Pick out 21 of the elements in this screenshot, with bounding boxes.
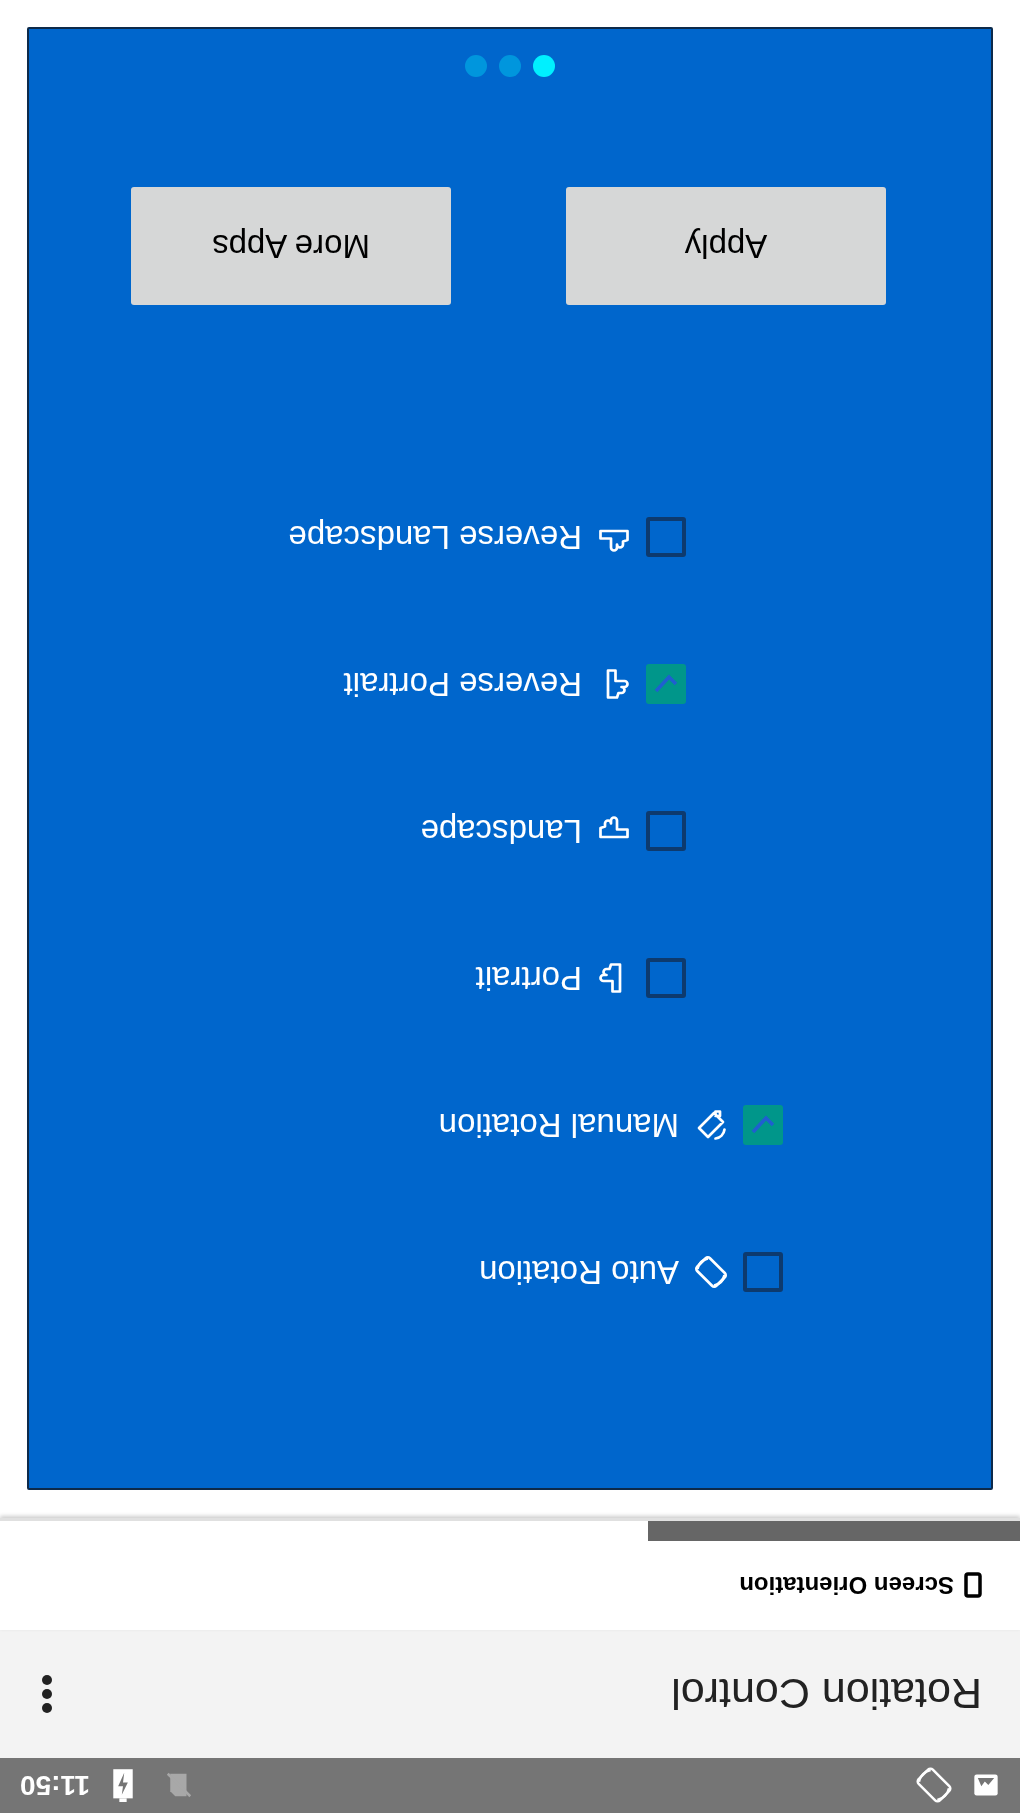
more-options-icon[interactable] [40, 1674, 54, 1714]
checked-checkbox[interactable] [646, 664, 686, 705]
screen-rotation-icon [693, 1254, 729, 1291]
option-label: Reverse Landscape [288, 518, 582, 559]
screen-rotation-icon [914, 1765, 954, 1806]
checkbox[interactable] [646, 811, 686, 852]
tab[interactable]: Screen Orientation [648, 1521, 1020, 1630]
app-title: Rotation Control [670, 1669, 982, 1721]
checked-checkbox[interactable] [743, 1105, 783, 1146]
phone-icon [964, 1572, 982, 1599]
option-label: Auto Rotation [479, 1253, 679, 1294]
checkbox[interactable] [743, 1252, 783, 1293]
checkbox[interactable] [646, 958, 686, 999]
option-label: Reverse Portrait [343, 665, 582, 706]
option-label: Manual Rotation [438, 1106, 679, 1147]
option-label: Landscape [420, 812, 582, 853]
action-button[interactable]: Apply [566, 187, 886, 305]
status-time: 11:50 [20, 1769, 91, 1804]
checkbox[interactable] [646, 517, 686, 558]
option-label: Portrait [475, 959, 582, 1000]
action-button[interactable]: More Apps [131, 187, 451, 305]
